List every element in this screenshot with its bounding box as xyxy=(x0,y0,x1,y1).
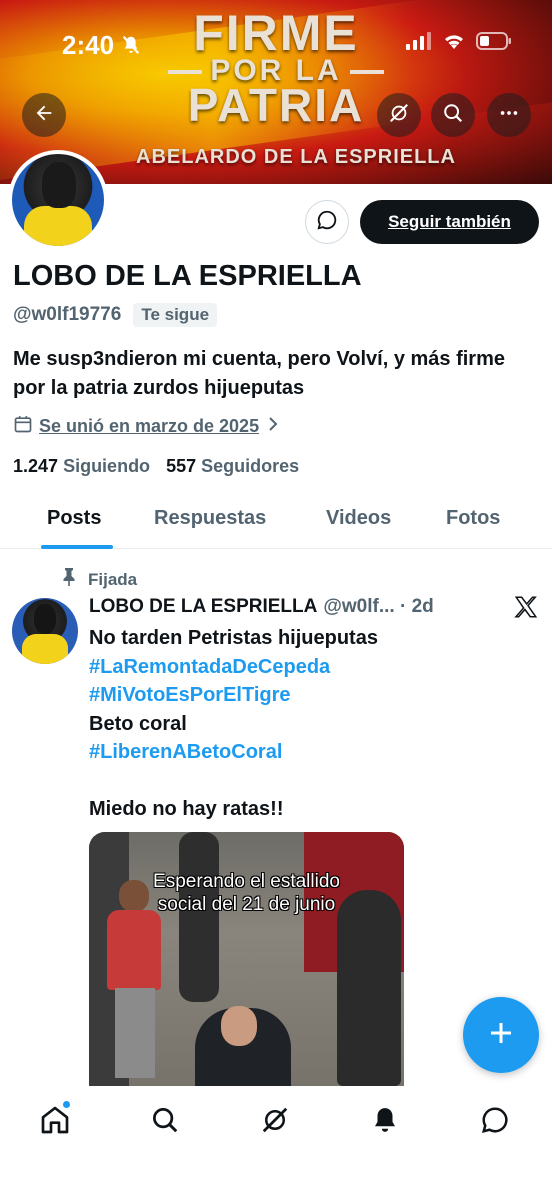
calendar-icon xyxy=(13,414,33,439)
back-button[interactable] xyxy=(22,93,66,137)
followers-label: Seguidores xyxy=(201,456,300,476)
more-button[interactable] xyxy=(487,93,531,137)
media-figure-seated-head xyxy=(221,1006,257,1046)
bottom-navigation xyxy=(0,1086,552,1200)
compose-button[interactable] xyxy=(463,997,539,1073)
bell-icon xyxy=(370,1105,400,1140)
joined-date[interactable]: Se unió en marzo de 2025 xyxy=(13,414,281,439)
avatar-sm-shirt xyxy=(22,634,68,664)
avatar-sm-head xyxy=(34,604,56,634)
battery-icon xyxy=(476,32,512,55)
post-text-line2: Beto coral xyxy=(89,712,187,735)
media-caption-line2: social del 21 de junio xyxy=(157,894,336,915)
pinned-label: Fijada xyxy=(60,567,137,592)
bell-off-icon xyxy=(120,34,142,61)
search-icon xyxy=(442,102,464,129)
home-icon xyxy=(39,1104,71,1141)
grok-button[interactable] xyxy=(377,93,421,137)
post-author-meta: @w0lf... · 2d xyxy=(323,596,434,617)
search-icon xyxy=(150,1105,180,1140)
chevron-right-icon xyxy=(265,415,281,438)
profile-avatar[interactable] xyxy=(8,150,108,250)
nav-search[interactable] xyxy=(145,1102,185,1142)
media-caption: Esperando el estallido social del 21 de … xyxy=(89,870,404,916)
status-indicators xyxy=(406,32,512,55)
hashtag-link[interactable]: #LiberenABetoCoral xyxy=(89,738,529,767)
post-media[interactable]: Esperando el estallido social del 21 de … xyxy=(89,832,404,1086)
x-logo-icon xyxy=(513,594,539,625)
tab-videos[interactable]: Videos xyxy=(326,507,391,530)
post-author-avatar[interactable] xyxy=(12,598,78,664)
avatar-shirt xyxy=(24,206,92,246)
plus-icon xyxy=(486,1018,516,1053)
following-count: 1.247 xyxy=(13,456,59,476)
more-icon xyxy=(498,102,520,129)
signal-icon xyxy=(406,32,432,55)
post-text: No tarden Petristas hijueputas #LaRemont… xyxy=(89,624,529,824)
media-caption-line1: Esperando el estallido xyxy=(153,871,340,892)
notification-dot xyxy=(62,1100,71,1109)
active-tab-indicator xyxy=(41,545,113,549)
hashtag-link[interactable]: #LaRemontadaDeCepeda xyxy=(89,653,529,682)
hashtag-link[interactable]: #MiVotoEsPorElTigre xyxy=(89,681,529,710)
follow-back-button[interactable]: Seguir también xyxy=(360,200,539,244)
grok-icon xyxy=(260,1105,290,1140)
media-figure-hooded xyxy=(337,890,401,1086)
tab-replies[interactable]: Respuestas xyxy=(154,507,266,530)
profile-name: LOBO DE LA ESPRIELLA xyxy=(13,260,362,292)
joined-text: Se unió en marzo de 2025 xyxy=(39,416,260,436)
post-text-line3: Miedo no hay ratas!! xyxy=(89,798,284,820)
following-label: Siguiendo xyxy=(63,456,151,476)
following-link[interactable]: 1.247 Siguiendo xyxy=(13,456,150,477)
followers-link[interactable]: 557 Seguidores xyxy=(166,456,299,477)
follows-you-badge: Te sigue xyxy=(133,303,218,327)
handle-row: @w0lf19776 Te sigue xyxy=(13,303,218,327)
avatar-wolf-head xyxy=(42,162,76,208)
tab-posts[interactable]: Posts xyxy=(47,507,101,530)
search-button[interactable] xyxy=(431,93,475,137)
pinned-text: Fijada xyxy=(88,569,138,589)
followers-count: 557 xyxy=(166,456,197,476)
nav-messages[interactable] xyxy=(475,1102,515,1142)
post-author-name[interactable]: LOBO DE LA ESPRIELLA xyxy=(89,596,317,618)
profile-handle: @w0lf19776 xyxy=(13,304,122,325)
post-text-line1: No tarden Petristas hijueputas xyxy=(89,627,378,649)
follow-counts: 1.247 Siguiendo 557 Seguidores xyxy=(13,456,299,477)
back-arrow-icon xyxy=(33,102,55,129)
post-text-spacer xyxy=(89,767,529,796)
post-header: LOBO DE LA ESPRIELLA @w0lf... · 2d xyxy=(89,596,434,618)
message-icon xyxy=(316,209,338,236)
messages-icon xyxy=(480,1105,510,1140)
pin-icon xyxy=(60,567,78,592)
nav-grok[interactable] xyxy=(255,1102,295,1142)
profile-tabs: Posts Respuestas Videos Fotos xyxy=(0,495,552,549)
message-button[interactable] xyxy=(305,200,349,244)
profile-bio: Me susp3ndieron mi cuenta, pero Volví, y… xyxy=(13,348,505,399)
media-figure xyxy=(179,832,219,1002)
nav-notifications[interactable] xyxy=(365,1102,405,1142)
status-time: 2:40 xyxy=(62,30,115,60)
wifi-icon xyxy=(442,32,466,55)
tab-photos[interactable]: Fotos xyxy=(446,507,500,530)
grok-icon xyxy=(388,102,410,129)
